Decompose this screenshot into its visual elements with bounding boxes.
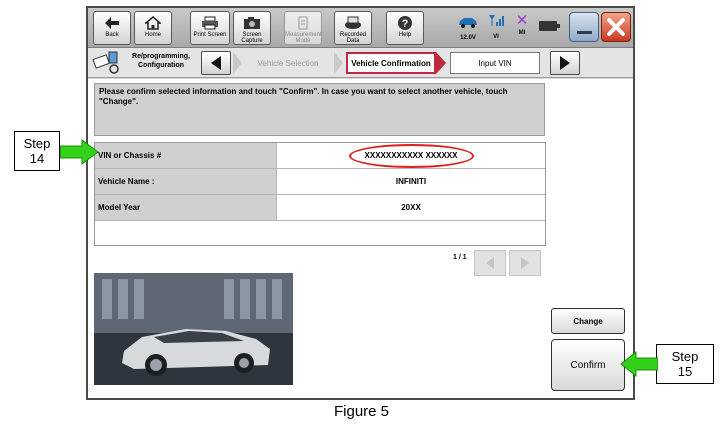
- toolbar: Back Home Print Screen Screen Capture Me…: [88, 8, 633, 48]
- help-button[interactable]: ? Help: [386, 11, 424, 45]
- crumb-vehicle-confirmation: Vehicle Confirmation: [346, 52, 436, 74]
- measurement-mode-label: Measurement Mode: [285, 32, 322, 44]
- back-label: Back: [105, 32, 119, 38]
- car-icon: [457, 15, 479, 33]
- printer-icon: [201, 14, 219, 32]
- print-screen-button[interactable]: Print Screen: [190, 11, 230, 45]
- vin-label: VIN or Chassis #: [95, 143, 277, 168]
- figure-caption: Figure 5: [334, 403, 390, 420]
- vin-highlight-oval: [349, 144, 474, 168]
- step-14-callout: Step 14: [14, 131, 60, 171]
- back-arrow-icon: [104, 14, 120, 32]
- page-prev-button[interactable]: [474, 250, 506, 276]
- battery-icon: [539, 21, 560, 31]
- page-next-button[interactable]: [509, 250, 541, 276]
- reprogramming-label: Re/programming, Configuration: [132, 53, 190, 69]
- crumb-separator: [334, 52, 343, 74]
- device-screen: Back Home Print Screen Screen Capture Me…: [86, 6, 635, 400]
- crumb-input-vin: Input VIN: [450, 52, 540, 74]
- reprogramming-icon: [92, 51, 122, 75]
- crumb-vehicle-selection: Vehicle Selection: [243, 52, 333, 74]
- instruction-message: Please confirm selected information and …: [94, 83, 545, 136]
- signal-icon: [488, 14, 504, 32]
- step-15-arrow-icon: [620, 351, 658, 377]
- camera-icon: [243, 14, 261, 32]
- measurement-icon: [295, 14, 311, 32]
- step-14-arrow-icon: [60, 139, 99, 165]
- step-15-word: Step: [671, 349, 699, 364]
- main-content: Please confirm selected information and …: [88, 79, 633, 398]
- screen-capture-label: Screen Capture: [241, 32, 263, 44]
- home-label: Home: [144, 32, 161, 38]
- step-14-number: 14: [29, 151, 45, 166]
- page-prev-icon: [486, 257, 494, 269]
- vi-label: VI: [493, 34, 499, 40]
- recorded-data-label: Recorded Data: [339, 32, 366, 44]
- crumb-separator: [233, 52, 242, 74]
- home-icon: [145, 14, 161, 32]
- next-arrow-icon: [560, 56, 570, 70]
- vehicle-name-label: Vehicle Name :: [95, 169, 277, 194]
- home-button[interactable]: Home: [134, 11, 172, 45]
- help-label: Help: [398, 32, 412, 38]
- crumb-active-arrow: [436, 52, 446, 74]
- vehicle-info-table: VIN or Chassis # XXXXXXXXXXX XXXXXX Vehi…: [94, 142, 546, 246]
- measurement-mode-button[interactable]: Measurement Mode: [284, 11, 322, 45]
- prev-arrow-icon: [211, 56, 221, 70]
- print-screen-label: Print Screen: [193, 32, 227, 38]
- battery-status: 12.0V: [455, 11, 481, 45]
- prev-step-button[interactable]: [201, 51, 231, 75]
- breadcrumb: Re/programming, Configuration Vehicle Se…: [88, 48, 633, 78]
- model-year-value: 20XX: [277, 195, 545, 220]
- close-button[interactable]: [601, 12, 631, 42]
- mi-disconnected-icon: ✕: [515, 12, 529, 29]
- step-14-word: Step: [23, 136, 51, 151]
- recorded-data-button[interactable]: Recorded Data: [334, 11, 372, 45]
- table-row: VIN or Chassis # XXXXXXXXXXX XXXXXX: [95, 143, 545, 169]
- mi-label: MI: [518, 30, 526, 36]
- voltage-label: 12.0V: [460, 35, 476, 41]
- mi-status: ✕ MI: [512, 11, 532, 45]
- vehicle-photo: [94, 273, 293, 385]
- vehicle-name-value: INFINITI: [277, 169, 545, 194]
- step-15-callout: Step 15: [656, 344, 714, 384]
- model-year-label: Model Year: [95, 195, 277, 220]
- change-button[interactable]: Change: [551, 308, 625, 334]
- minimize-button[interactable]: [569, 12, 599, 42]
- svg-text:?: ?: [402, 18, 409, 30]
- close-icon: [607, 18, 625, 36]
- confirm-button[interactable]: Confirm: [551, 339, 625, 391]
- help-icon: ?: [397, 14, 413, 32]
- table-row: Model Year 20XX: [95, 195, 545, 221]
- table-row: Vehicle Name : INFINITI: [95, 169, 545, 195]
- step-15-number: 15: [677, 364, 693, 379]
- vi-status: VI: [486, 11, 506, 45]
- back-button[interactable]: Back: [93, 11, 131, 45]
- next-step-button[interactable]: [550, 51, 580, 75]
- page-indicator: 1 / 1: [453, 254, 467, 261]
- page-next-icon: [521, 257, 529, 269]
- screen-capture-button[interactable]: Screen Capture: [233, 11, 271, 45]
- recorded-data-icon: [344, 14, 362, 32]
